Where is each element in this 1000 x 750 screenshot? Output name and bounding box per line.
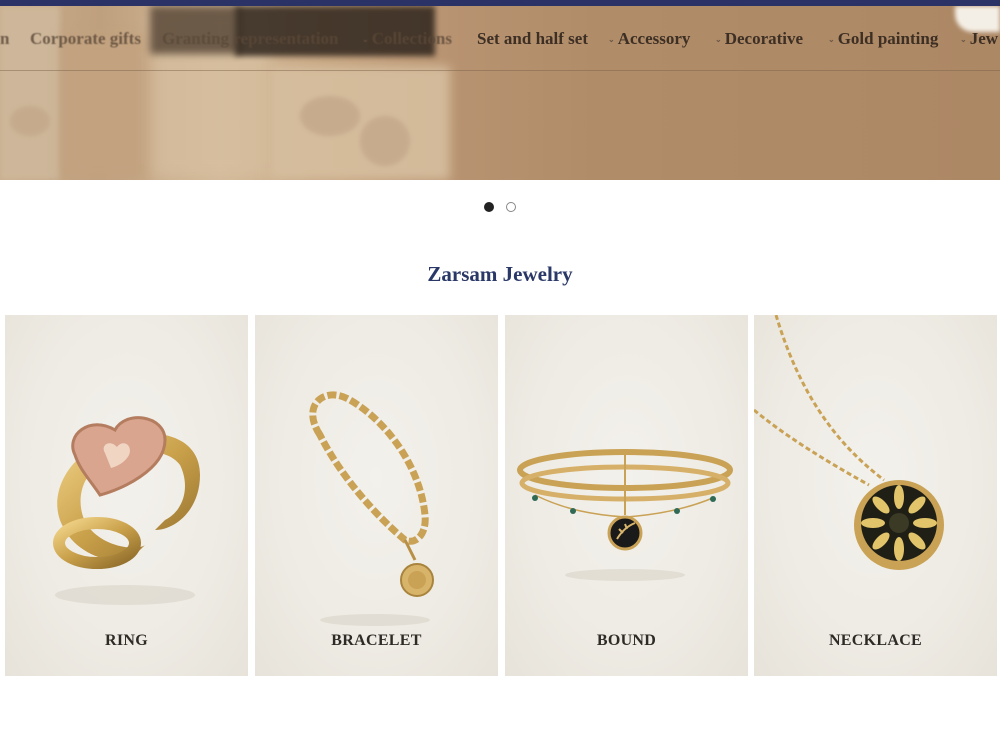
main-nav: n Corporate gifts Granting representatio… [0, 24, 1000, 54]
nav-item-set-and-half-set[interactable]: Set and half set [477, 24, 588, 54]
bracelet-image [309, 391, 434, 626]
chevron-down-icon: ⌄ [960, 35, 967, 45]
chevron-down-icon: ⌄ [715, 35, 722, 45]
carousel-dot-2[interactable] [506, 202, 516, 212]
necklace-image [754, 315, 944, 570]
category-label: RING [105, 632, 148, 649]
nav-item-decorative[interactable]: ⌄ Decorative [715, 24, 803, 54]
carousel-dots [484, 202, 520, 214]
category-label: BRACELET [331, 632, 422, 649]
category-label: BOUND [596, 632, 657, 649]
nav-item-truncated[interactable]: n [0, 24, 9, 54]
nav-item-corporate-gifts[interactable]: Corporate gifts [30, 24, 141, 54]
section-title: Zarsam Jewelry [427, 262, 573, 286]
nav-item-jewelry[interactable]: ⌄ Jew [960, 24, 998, 54]
nav-item-granting-representation[interactable]: Granting representation [162, 24, 338, 54]
bound-image [517, 449, 733, 581]
hero-banner[interactable]: n Corporate gifts Granting representatio… [0, 6, 1000, 180]
nav-item-gold-painting[interactable]: ⌄ Gold painting [828, 24, 938, 54]
ring-image [53, 416, 200, 605]
category-card-bracelet[interactable]: BRACELET [255, 315, 498, 676]
nav-item-collections[interactable]: ⌄ Collections [362, 24, 452, 54]
carousel-dot-1[interactable] [484, 202, 494, 212]
category-card-necklace[interactable]: NECKLACE [754, 315, 997, 676]
category-card-bound[interactable]: BOUND [505, 315, 748, 676]
chevron-down-icon: ⌄ [828, 35, 835, 45]
category-label: NECKLACE [828, 632, 923, 649]
category-card-ring[interactable]: RING [5, 315, 248, 676]
nav-item-accessory[interactable]: ⌄ Accessory [608, 24, 690, 54]
chevron-down-icon: ⌄ [608, 35, 615, 45]
chevron-down-icon: ⌄ [362, 35, 369, 45]
